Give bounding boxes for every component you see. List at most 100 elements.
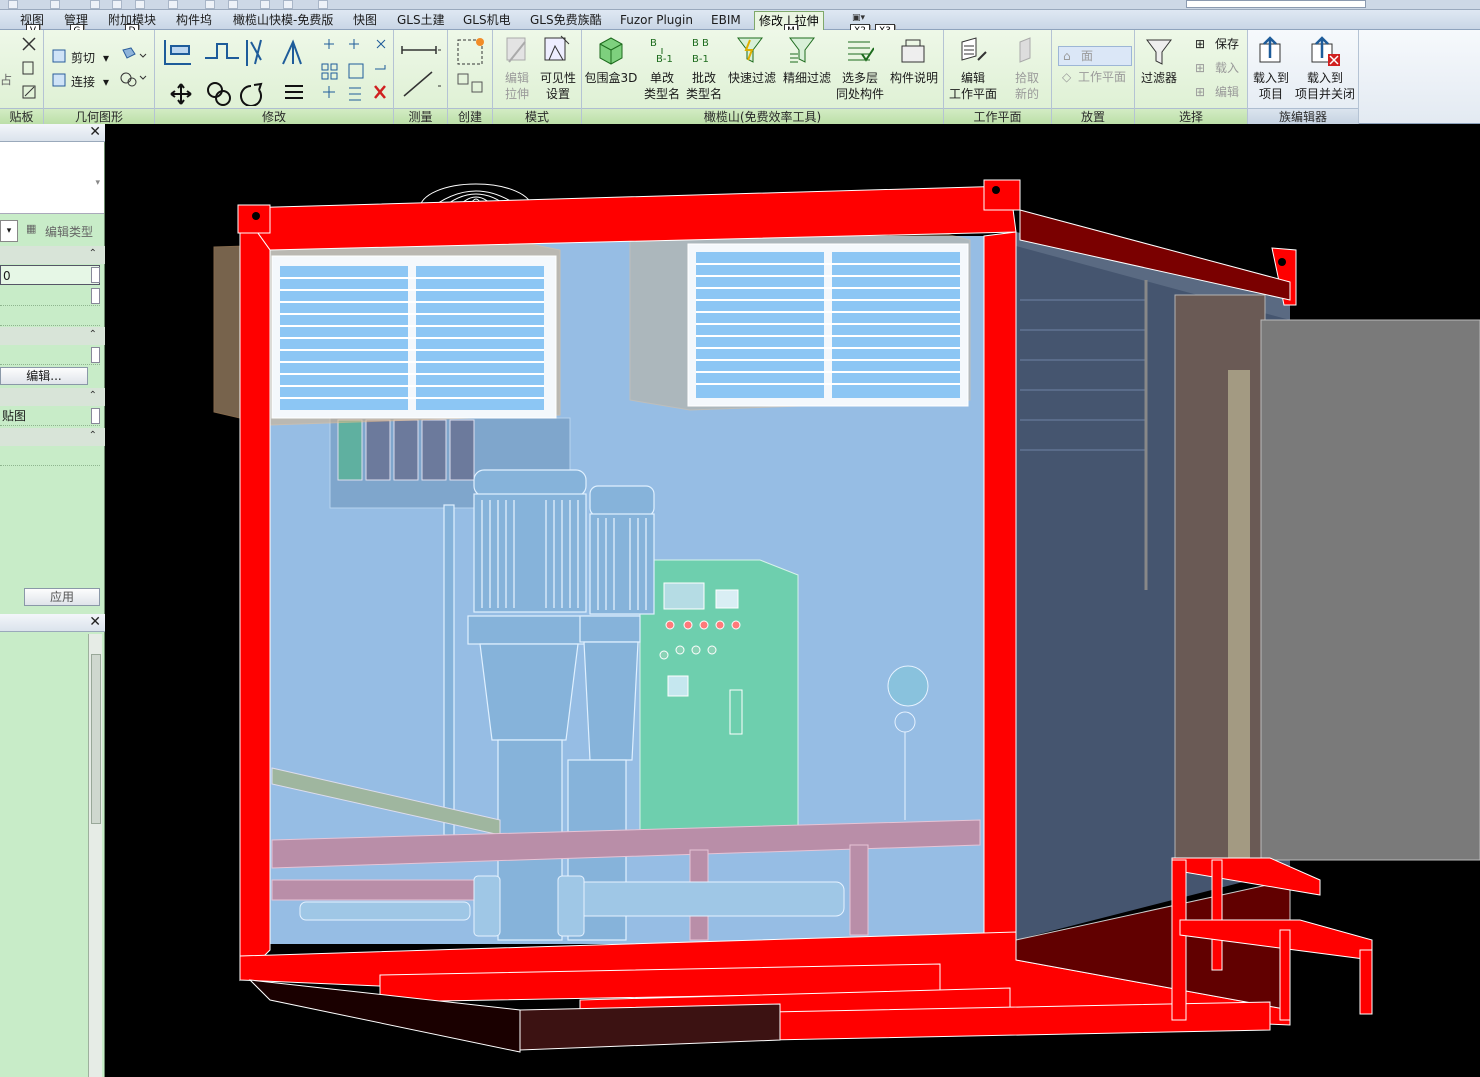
cut-button[interactable]: 剪切 <box>71 50 95 66</box>
tab-component-dock[interactable]: 构件坞 <box>172 11 216 30</box>
property-dropdown[interactable] <box>91 288 100 304</box>
project-browser-header: ✕ <box>0 614 105 632</box>
measure-icon[interactable] <box>398 36 444 102</box>
open-door-panel <box>1260 319 1480 861</box>
quick-filter-button[interactable]: 快速过滤 <box>726 70 778 86</box>
panel-label: 模式 <box>493 108 581 124</box>
tab-fuzor[interactable]: Fuzor Plugin <box>616 11 697 30</box>
edit-workplane-button[interactable]: 编辑 工作平面 <box>944 70 1002 102</box>
qat-tip[interactable] <box>228 0 238 9</box>
multi-level-select-icon[interactable] <box>844 34 874 68</box>
property-dropdown[interactable] <box>91 267 100 283</box>
panel-create: 创建 <box>448 30 493 124</box>
3d-viewport[interactable] <box>106 124 1480 1077</box>
tab-ebim[interactable]: EBIM <box>707 11 745 30</box>
svg-text:B-1: B-1 <box>692 54 709 65</box>
collapse-icon[interactable]: ⌃ <box>89 430 97 441</box>
svg-text:B-1: B-1 <box>656 54 673 65</box>
load-into-project-close-button[interactable]: 载入到 项目并关闭 <box>1292 70 1358 102</box>
type-selector[interactable]: ▾ <box>0 142 104 214</box>
edit-button[interactable]: 编辑... <box>0 367 88 385</box>
panel-label: 修改 <box>155 108 393 124</box>
tab-quickview[interactable]: 快图 <box>349 11 381 30</box>
quick-filter-icon[interactable] <box>736 34 766 68</box>
join-button[interactable]: 连接 <box>71 74 95 90</box>
collapse-icon[interactable]: ⌃ <box>89 248 97 259</box>
load-selection-button[interactable]: 载入 <box>1215 60 1239 76</box>
bbox3d-button[interactable]: 包围盒3D <box>582 70 640 86</box>
panel-modify: 修改 <box>155 30 394 124</box>
qat-tip[interactable] <box>318 0 328 9</box>
rename-single-button[interactable]: 单改 类型名 <box>640 70 684 102</box>
panel-placement: ⌂ 面 ◇ 工作平面 放置 <box>1052 30 1135 124</box>
load-into-project-button[interactable]: 载入到 项目 <box>1248 70 1294 102</box>
clipboard-icons[interactable] <box>20 36 38 106</box>
edit-workplane-icon[interactable] <box>958 34 988 68</box>
svg-text:B: B <box>650 38 657 49</box>
collapse-icon[interactable]: ⌃ <box>89 390 97 401</box>
property-dropdown[interactable] <box>91 408 100 424</box>
qat-tip[interactable] <box>283 0 293 9</box>
edit-type-button[interactable]: 编辑类型 <box>45 223 93 240</box>
panel-label: 橄榄山(免费效率工具) <box>582 108 943 124</box>
component-desc-button[interactable]: 构件说明 <box>886 70 942 86</box>
property-dropdown[interactable] <box>91 347 100 363</box>
qat-tip[interactable] <box>8 0 18 9</box>
multi-level-select-button[interactable]: 选多层 同处构件 <box>834 70 886 102</box>
tab-gls-civil[interactable]: GLS土建 <box>393 11 449 30</box>
workplane-placement-button[interactable]: ◇ 工作平面 <box>1058 68 1132 88</box>
geometry-tools-icon[interactable] <box>118 46 148 106</box>
ribbon-tab-bar: 视图 管理 附加模块 构件坞 橄榄山快模-免费版 快图 GLS土建 GLS机电 … <box>0 10 1480 30</box>
tab-olive-quickmodel[interactable]: 橄榄山快模-免费版 <box>229 11 337 30</box>
tab-gls-family[interactable]: GLS免费族酷 <box>526 11 606 30</box>
qat-tip[interactable] <box>90 0 100 9</box>
create-group-icon[interactable] <box>454 36 488 102</box>
face-placement-button[interactable]: ⌂ 面 <box>1058 46 1132 66</box>
property-row <box>0 306 100 326</box>
qat-tip[interactable] <box>50 0 60 9</box>
type-dropdown[interactable]: ▾ <box>0 220 18 242</box>
scrollbar[interactable] <box>88 634 102 1077</box>
visibility-settings-icon[interactable] <box>543 34 571 68</box>
collapse-icon[interactable]: ⌃ <box>89 329 97 340</box>
qat-tip[interactable] <box>205 0 215 9</box>
tab-gls-mep[interactable]: GLS机电 <box>459 11 515 30</box>
properties-panel: ✕ ▾ ▾ ▦ 编辑类型 ⌃ 0 ⌃ 编辑... ⌃ 贴图 ⌃ 应用 ✕ <box>0 124 105 1077</box>
load-into-project-close-icon[interactable] <box>1308 34 1342 68</box>
scroll-thumb[interactable] <box>91 654 101 824</box>
fine-filter-icon[interactable] <box>788 34 818 68</box>
rename-batch-icon[interactable]: B B B-1 <box>690 34 720 68</box>
qat-tip[interactable] <box>135 0 145 9</box>
pick-new-icon[interactable] <box>1014 34 1044 68</box>
component-desc-icon[interactable] <box>898 34 928 68</box>
close-icon[interactable]: ✕ <box>89 124 101 140</box>
panel-label: 放置 <box>1052 108 1134 124</box>
filter-icon[interactable] <box>1145 36 1175 66</box>
edit-extrusion-icon[interactable] <box>505 34 531 68</box>
qat-tip[interactable] <box>260 0 270 9</box>
apply-button[interactable]: 应用 <box>24 588 100 606</box>
qat-tip[interactable] <box>168 0 178 9</box>
filter-button[interactable]: 过滤器 <box>1135 70 1183 86</box>
bounding-box-3d-icon[interactable] <box>596 34 626 68</box>
panel-measure: 测量 <box>394 30 448 124</box>
search-input[interactable] <box>1186 0 1366 8</box>
visibility-settings-button[interactable]: 可见性 设置 <box>535 70 581 102</box>
panel-label: 创建 <box>448 108 492 124</box>
load-into-project-icon[interactable] <box>1256 34 1286 68</box>
edit-selection-button[interactable]: 编辑 <box>1215 84 1239 100</box>
modify-tools-icons[interactable] <box>159 34 391 106</box>
side-door <box>1174 294 1266 866</box>
rename-batch-button[interactable]: 批改 类型名 <box>682 70 726 102</box>
ribbon: 占 贴板 剪切 ▾ 连接 ▾ 几何图形 修改 测量 创建 编辑 拉伸 可见性 设… <box>0 30 1480 124</box>
rename-single-icon[interactable]: B B-1 <box>648 34 678 68</box>
close-icon[interactable]: ✕ <box>89 614 101 630</box>
edit-extrusion-button[interactable]: 编辑 拉伸 <box>497 70 537 102</box>
pick-new-button[interactable]: 拾取 新的 <box>1002 70 1052 102</box>
qat-tip[interactable] <box>112 0 122 9</box>
save-selection-button[interactable]: 保存 <box>1215 36 1239 52</box>
property-value-field[interactable]: 0 <box>0 265 100 285</box>
property-row <box>0 345 100 365</box>
cut-icon[interactable] <box>51 48 69 108</box>
fine-filter-button[interactable]: 精细过滤 <box>780 70 834 86</box>
